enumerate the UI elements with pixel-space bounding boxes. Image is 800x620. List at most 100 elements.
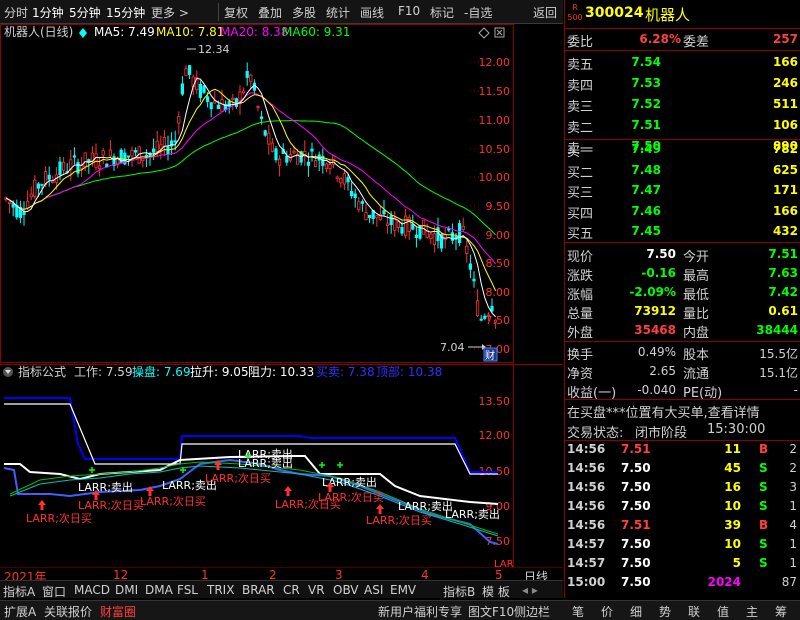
toolbar-item[interactable]: 返回 xyxy=(533,4,557,21)
status-item[interactable]: 财富圈 xyxy=(100,603,136,620)
candle-body xyxy=(205,96,210,102)
tab-macd[interactable]: MACD xyxy=(74,583,110,597)
candle-body xyxy=(328,164,332,169)
order-book-row[interactable]: 卖四 7.53 246 xyxy=(565,73,800,94)
toolbar-item[interactable]: 复权 xyxy=(224,4,248,21)
order-book-row[interactable]: 卖二 7.51 106 xyxy=(565,115,800,136)
tab-emv[interactable]: EMV xyxy=(390,583,416,597)
tab-scroll-arrows[interactable]: ◂ ▸ xyxy=(522,583,538,597)
toolbar-item[interactable]: 标记 xyxy=(430,4,454,21)
sell-tick-mark xyxy=(89,467,95,473)
toolbar-item[interactable]: 多股 xyxy=(292,4,316,21)
book-volume: 625 xyxy=(772,162,798,177)
quote-stat-row: 现价 7.50 今开 7.51 xyxy=(565,244,800,265)
indicator-param: 阻力: 10.33 xyxy=(248,365,314,379)
stat-value: 0.61 xyxy=(768,304,798,318)
candle-body xyxy=(421,219,426,235)
tab-price[interactable]: 价 xyxy=(601,603,613,620)
tick-volume: 39 xyxy=(724,518,741,532)
order-book-row[interactable]: 买一 7.49 782 xyxy=(565,139,800,160)
status-item[interactable]: 扩展A xyxy=(4,603,36,620)
tab-chips[interactable]: 筹 xyxy=(775,603,787,620)
tab-window[interactable]: 窗口 xyxy=(42,583,66,600)
candle-body xyxy=(252,82,256,91)
ratio-label: 委比 xyxy=(567,35,594,50)
price-tick: 12.00 xyxy=(479,56,511,69)
status-item[interactable]: 关联报价 xyxy=(44,603,92,620)
toolbar-item[interactable]: -自选 xyxy=(464,4,492,21)
candle-body xyxy=(389,215,393,226)
toolbar-item[interactable]: 5分钟 xyxy=(69,4,101,21)
order-book-row[interactable]: 买三 7.47 171 xyxy=(565,180,800,201)
toolbar-item[interactable]: 1分钟 xyxy=(32,4,64,21)
tab-detail[interactable]: 细 xyxy=(630,603,642,620)
tab-value[interactable]: 值 xyxy=(717,603,729,620)
tab-brar[interactable]: BRAR xyxy=(242,583,275,597)
toolbar-item[interactable]: 统计 xyxy=(326,4,350,21)
quote-stat-row: 外盘 35468 内盘 38444 xyxy=(565,320,800,341)
tab-obv[interactable]: OBV xyxy=(333,583,359,597)
diamond-icon[interactable] xyxy=(478,27,490,39)
candle-body xyxy=(220,99,224,113)
tab-trend[interactable]: 势 xyxy=(659,603,671,620)
order-book-row[interactable]: 买五 7.45 432 xyxy=(565,221,800,242)
sidebar-link[interactable]: 侧边栏 xyxy=(514,603,550,620)
candle-body xyxy=(72,155,76,158)
book-label: 卖二 xyxy=(567,121,594,136)
tick-price: 7.50 xyxy=(621,499,651,513)
diff-label: 委差 xyxy=(683,35,710,50)
toolbar-item[interactable]: 画线 xyxy=(360,4,384,21)
tab-link[interactable]: 联 xyxy=(688,603,700,620)
tick-volume: 45 xyxy=(724,461,741,475)
order-book-row[interactable]: 卖五 7.54 166 xyxy=(565,52,800,73)
candle-body xyxy=(209,102,213,110)
toolbar-item[interactable]: 分时 xyxy=(4,4,28,21)
tab-trix[interactable]: TRIX xyxy=(207,583,234,597)
chart-svg[interactable]: 机器人(日线) MA5: 7.49 MA10: 7.81 MA20: 8.38 … xyxy=(0,24,563,580)
tab-fsl[interactable]: FSL xyxy=(177,583,198,597)
tab-asi[interactable]: ASI xyxy=(364,583,383,597)
tab-trades[interactable]: 笔 xyxy=(572,603,584,620)
promo-link[interactable]: 新用户福利专享 xyxy=(378,603,462,620)
toolbar-item[interactable]: 更多 > xyxy=(151,4,189,21)
tab-indicator-b[interactable]: 指标B xyxy=(443,583,475,600)
candle-body xyxy=(479,318,483,321)
f10-link[interactable]: 图文F10 xyxy=(468,603,514,620)
tick-side: S xyxy=(759,556,768,570)
candle-body xyxy=(486,314,491,317)
ma-indicator-icon xyxy=(79,28,87,38)
finance-badge-label: 财 xyxy=(485,349,495,362)
tab-main[interactable]: 主 xyxy=(746,603,758,620)
tick-price: 7.50 xyxy=(621,556,651,570)
tab-cr[interactable]: CR xyxy=(283,583,300,597)
tab-dma[interactable]: DMA xyxy=(145,583,173,597)
tab-template[interactable]: 模 板 xyxy=(482,583,510,600)
quote-badge[interactable]: R 500 xyxy=(567,3,583,25)
tick-volume: 2024 xyxy=(707,575,741,589)
order-book-row[interactable]: 卖三 7.52 511 xyxy=(565,94,800,115)
tick-count: 87 xyxy=(781,575,797,589)
order-book-row[interactable]: 买二 7.48 625 xyxy=(565,160,800,181)
candle-body xyxy=(256,106,260,108)
toolbar-item[interactable]: 叠加 xyxy=(258,4,282,21)
buy-signal: LARR;次日买 xyxy=(318,490,384,504)
book-price: 7.45 xyxy=(631,224,661,238)
toolbar-item[interactable]: F10 xyxy=(398,4,420,18)
toolbar-item[interactable]: 15分钟 xyxy=(106,4,145,21)
big-order-notice[interactable]: 在买盘***位置有大买单,查看详情 xyxy=(565,400,800,421)
order-book-row[interactable]: 买四 7.46 166 xyxy=(565,201,800,222)
tick-count: 4 xyxy=(789,518,797,532)
tick-side: S xyxy=(759,537,768,551)
stat-value: 35468 xyxy=(634,323,676,337)
tab-dmi[interactable]: DMI xyxy=(115,583,138,597)
candle-body xyxy=(166,146,170,155)
tab-indicator-a[interactable]: 指标A xyxy=(3,583,35,600)
buy-signal: LARR;次日买 xyxy=(366,513,432,527)
tick-row: 14:56 7.51 11 B 2 xyxy=(565,441,800,459)
chart-area[interactable]: 机器人(日线) MA5: 7.49 MA10: 7.81 MA20: 8.38 … xyxy=(0,24,563,584)
tab-vr[interactable]: VR xyxy=(308,583,325,597)
price-tick: 10.50 xyxy=(479,143,511,156)
trade-state-label: 交易状态: xyxy=(567,426,624,441)
candle-body xyxy=(292,150,296,154)
ma5-label: MA5: 7.49 xyxy=(94,25,155,39)
